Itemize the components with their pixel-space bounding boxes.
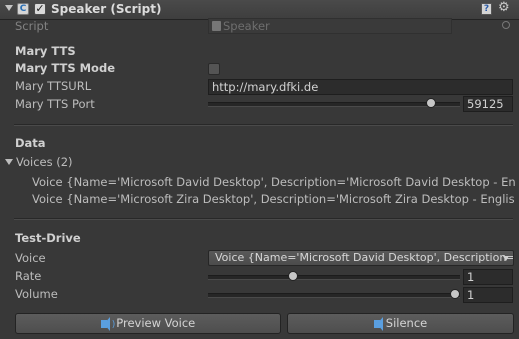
- volume-label: Volume: [15, 287, 58, 301]
- section-divider: [14, 218, 513, 220]
- script-label: Script: [15, 19, 49, 33]
- preview-voice-label: Preview Voice: [116, 316, 196, 330]
- object-picker-icon[interactable]: [502, 21, 510, 29]
- preview-voice-button[interactable]: )Preview Voice: [15, 313, 281, 334]
- component-title: Speaker (Script): [51, 2, 162, 16]
- rate-input[interactable]: 1: [463, 269, 513, 285]
- mary-tts-port-slider-track[interactable]: [208, 102, 460, 107]
- mary-ttsurl-label: Mary TTSURL: [15, 79, 92, 93]
- section-divider: [14, 124, 513, 126]
- voice-dropdown[interactable]: Voice {Name='Microsoft David Desktop', D…: [208, 250, 514, 266]
- silence-label: Silence: [385, 316, 428, 330]
- script-file-icon: [212, 21, 221, 31]
- component-enabled-checkbox[interactable]: ✓: [34, 3, 46, 15]
- mary-tts-port-input[interactable]: 59125: [463, 96, 513, 112]
- mary-ttsurl-input[interactable]: http://mary.dfki.de: [208, 79, 513, 95]
- script-icon: C: [17, 3, 29, 15]
- mary-tts-mode-label: Mary TTS Mode: [15, 61, 115, 75]
- dropdown-arrow-icon: [503, 256, 509, 261]
- voice-list-item: Voice {Name='Microsoft Zira Desktop', De…: [32, 192, 515, 206]
- speaker-icon: [100, 317, 110, 331]
- test-drive-section-title: Test-Drive: [15, 231, 81, 245]
- rate-slider-track[interactable]: [208, 275, 460, 280]
- rate-slider-thumb[interactable]: [287, 271, 298, 281]
- silence-button[interactable]: Silence: [287, 313, 514, 334]
- mary-tts-port-label: Mary TTS Port: [15, 97, 95, 111]
- volume-slider-track[interactable]: [208, 293, 460, 298]
- foldout-arrow-icon[interactable]: [5, 5, 13, 11]
- gear-icon[interactable]: ⚙: [498, 1, 510, 15]
- speaker-icon: [373, 317, 383, 331]
- script-field[interactable]: Speaker: [208, 18, 452, 34]
- volume-slider-thumb[interactable]: [450, 289, 460, 299]
- voice-dropdown-value: Voice {Name='Microsoft David Desktop', D…: [215, 251, 513, 264]
- mary-tts-section-title: Mary TTS: [15, 44, 76, 58]
- sound-wave-icon: ): [111, 320, 116, 330]
- help-icon[interactable]: ?: [481, 3, 492, 15]
- volume-input[interactable]: 1: [463, 287, 513, 303]
- mary-tts-mode-checkbox[interactable]: [208, 63, 220, 75]
- rate-label: Rate: [15, 269, 42, 283]
- mary-tts-port-slider-thumb[interactable]: [425, 98, 436, 108]
- voice-list-item: Voice {Name='Microsoft David Desktop', D…: [32, 175, 515, 189]
- voice-label: Voice: [15, 251, 46, 265]
- data-section-title: Data: [15, 136, 46, 150]
- voices-foldout-label[interactable]: Voices (2): [16, 155, 73, 169]
- script-field-value: Speaker: [223, 19, 270, 33]
- voices-foldout-arrow-icon[interactable]: [5, 159, 13, 165]
